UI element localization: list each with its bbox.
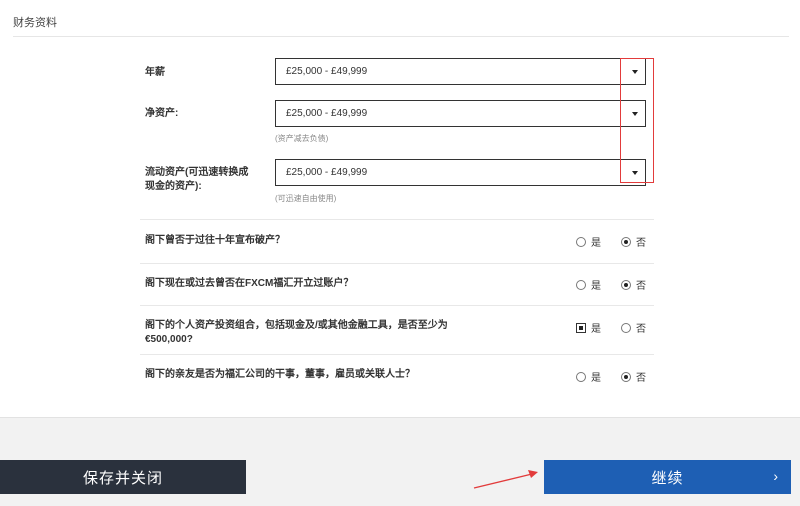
continue-label: 继续 xyxy=(651,469,684,487)
section-divider xyxy=(13,36,789,37)
question-row-prior-account: 阁下现在或过去曾否在FXCM福汇开立过账户？ 是 否 xyxy=(140,263,654,305)
question-text: 阁下的个人资产投资组合，包括现金及/或其他金融工具，是否至少为 €500,000… xyxy=(145,320,448,345)
question-row-related-party: 阁下的亲友是否为福汇公司的干事，董事，雇员或关联人士？ 是 否 xyxy=(140,354,654,396)
radio-yes[interactable] xyxy=(576,279,586,290)
net-worth-hint: (资产减去负债) xyxy=(275,134,329,143)
annual-income-select[interactable]: £25,000 - £49,999 xyxy=(275,58,646,85)
option-no[interactable]: 否 xyxy=(621,277,646,292)
net-worth-label: 净资产: xyxy=(145,108,179,119)
liquid-assets-value: £25,000 - £49,999 xyxy=(286,167,368,178)
option-no[interactable]: 否 xyxy=(621,234,646,249)
section-title: 财务资料 xyxy=(13,17,57,29)
red-arrow-annotation xyxy=(473,470,538,489)
radio-yes[interactable] xyxy=(576,371,586,382)
chevron-right-icon: › xyxy=(773,468,779,484)
radio-yes[interactable] xyxy=(576,322,586,333)
question-row-bankruptcy: 阁下曾否于过往十年宣布破产？ 是 否 xyxy=(140,219,654,263)
continue-button[interactable]: 继续 › xyxy=(544,460,791,494)
radio-no[interactable] xyxy=(621,322,631,333)
liquid-assets-hint: (可迅速自由使用) xyxy=(275,194,337,203)
annual-income-value: £25,000 - £49,999 xyxy=(286,66,368,77)
net-worth-select[interactable]: £25,000 - £49,999 xyxy=(275,100,646,127)
question-text: 阁下现在或过去曾否在FXCM福汇开立过账户？ xyxy=(145,278,354,289)
question-text: 阁下曾否于过往十年宣布破产？ xyxy=(145,235,285,246)
question-text: 阁下的亲友是否为福汇公司的干事，董事，雇员或关联人士？ xyxy=(145,369,415,380)
financial-info-panel: 财务资料 年薪 £25,000 - £49,999 净资产: £25,000 -… xyxy=(0,0,800,418)
radio-no[interactable] xyxy=(621,279,631,290)
option-yes[interactable]: 是 xyxy=(576,277,601,292)
liquid-assets-label-line1: 流动资产(可迅速转换成 xyxy=(145,167,249,178)
highlight-annotation-box xyxy=(620,58,654,183)
option-no[interactable]: 否 xyxy=(621,320,646,335)
option-yes[interactable]: 是 xyxy=(576,234,601,249)
annual-income-label: 年薪 xyxy=(145,67,165,78)
option-yes[interactable]: 是 xyxy=(576,320,601,335)
save-and-close-button[interactable]: 保存并关闭 xyxy=(0,460,246,494)
radio-no[interactable] xyxy=(621,371,631,382)
question-row-portfolio: 阁下的个人资产投资组合，包括现金及/或其他金融工具，是否至少为 €500,000… xyxy=(140,305,654,354)
liquid-assets-select[interactable]: £25,000 - £49,999 xyxy=(275,159,646,186)
option-no[interactable]: 否 xyxy=(621,369,646,384)
radio-no[interactable] xyxy=(621,236,631,247)
radio-yes[interactable] xyxy=(576,236,586,247)
net-worth-value: £25,000 - £49,999 xyxy=(286,108,368,119)
option-yes[interactable]: 是 xyxy=(576,369,601,384)
liquid-assets-label: 流动资产(可迅速转换成 现金的资产): xyxy=(145,166,248,194)
liquid-assets-label-line2: 现金的资产): xyxy=(145,181,202,192)
